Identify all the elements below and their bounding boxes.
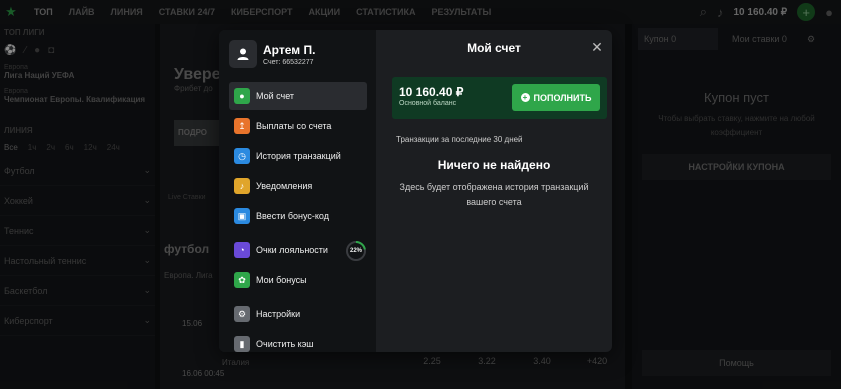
gear-icon: ⚙ [234,306,250,322]
close-icon[interactable]: ✕ [590,40,604,54]
bell-icon: ♪ [234,178,250,194]
menu-clear-cache[interactable]: ▮ Очистить кэш [229,330,367,352]
clock-icon: ◷ [234,148,250,164]
account-sidebar: Артем П. Счет: 66532277 ● Мой счет ↥ Вып… [219,30,376,352]
menu-label: Очистить кэш [256,339,314,349]
menu-transaction-history[interactable]: ◷ История транзакций [229,142,367,170]
transactions-period: Транзакции за последние 30 дней [396,135,523,144]
menu-label: Мои бонусы [256,275,307,285]
menu-loyalty-points[interactable]: ◔ Очки лояльности 22% [229,236,367,264]
account-number: Счет: 66532277 [263,58,314,66]
menu-my-bonuses[interactable]: ✿ Мои бонусы [229,266,367,294]
menu-settings[interactable]: ⚙ Настройки [229,300,367,328]
balance-label: Основной баланс [399,100,457,107]
topup-button[interactable]: + ПОПОЛНИТЬ [512,84,600,111]
balance-card: 10 160.40 ₽ Основной баланс + ПОПОЛНИТЬ [392,77,607,119]
menu-withdrawals[interactable]: ↥ Выплаты со счета [229,112,367,140]
account-icon: ● [234,88,250,104]
my-account-modal: Артем П. Счет: 66532277 ● Мой счет ↥ Вып… [219,30,612,352]
menu-label: История транзакций [256,151,341,161]
upload-icon: ↥ [234,118,250,134]
menu-label: Настройки [256,309,301,319]
menu-label: Выплаты со счета [256,121,332,131]
user-header: Артем П. Счет: 66532277 [229,40,315,68]
loyalty-progress-ring: 22% [345,240,367,262]
menu-my-account[interactable]: ● Мой счет [229,82,367,110]
menu-notifications[interactable]: ♪ Уведомления [229,172,367,200]
user-name: Артем П. [263,42,316,57]
menu-label: Уведомления [256,181,313,191]
loyalty-icon: ◔ [234,242,250,258]
menu-label: Очки лояльности [256,245,328,255]
account-content: Мой счет ✕ 10 160.40 ₽ Основной баланс +… [376,30,612,352]
gift-icon: ✿ [234,272,250,288]
loyalty-percent: 22% [349,248,362,254]
menu-bonus-code[interactable]: ▣ Ввести бонус-код [229,202,367,230]
user-icon [237,48,249,60]
topup-label: ПОПОЛНИТЬ [533,92,592,103]
empty-description: Здесь будет отображена история транзакци… [399,182,589,207]
modal-title: Мой счет [467,41,521,55]
trash-icon: ▮ [234,336,250,352]
menu-label: Мой счет [256,91,295,101]
account-menu: ● Мой счет ↥ Выплаты со счета ◷ История … [229,82,367,352]
balance-amount: 10 160.40 ₽ [399,85,464,99]
plus-icon: + [520,93,530,102]
menu-label: Ввести бонус-код [256,211,329,221]
avatar [229,40,257,68]
ticket-icon: ▣ [234,208,250,224]
empty-title: Ничего не найдено [437,158,551,172]
